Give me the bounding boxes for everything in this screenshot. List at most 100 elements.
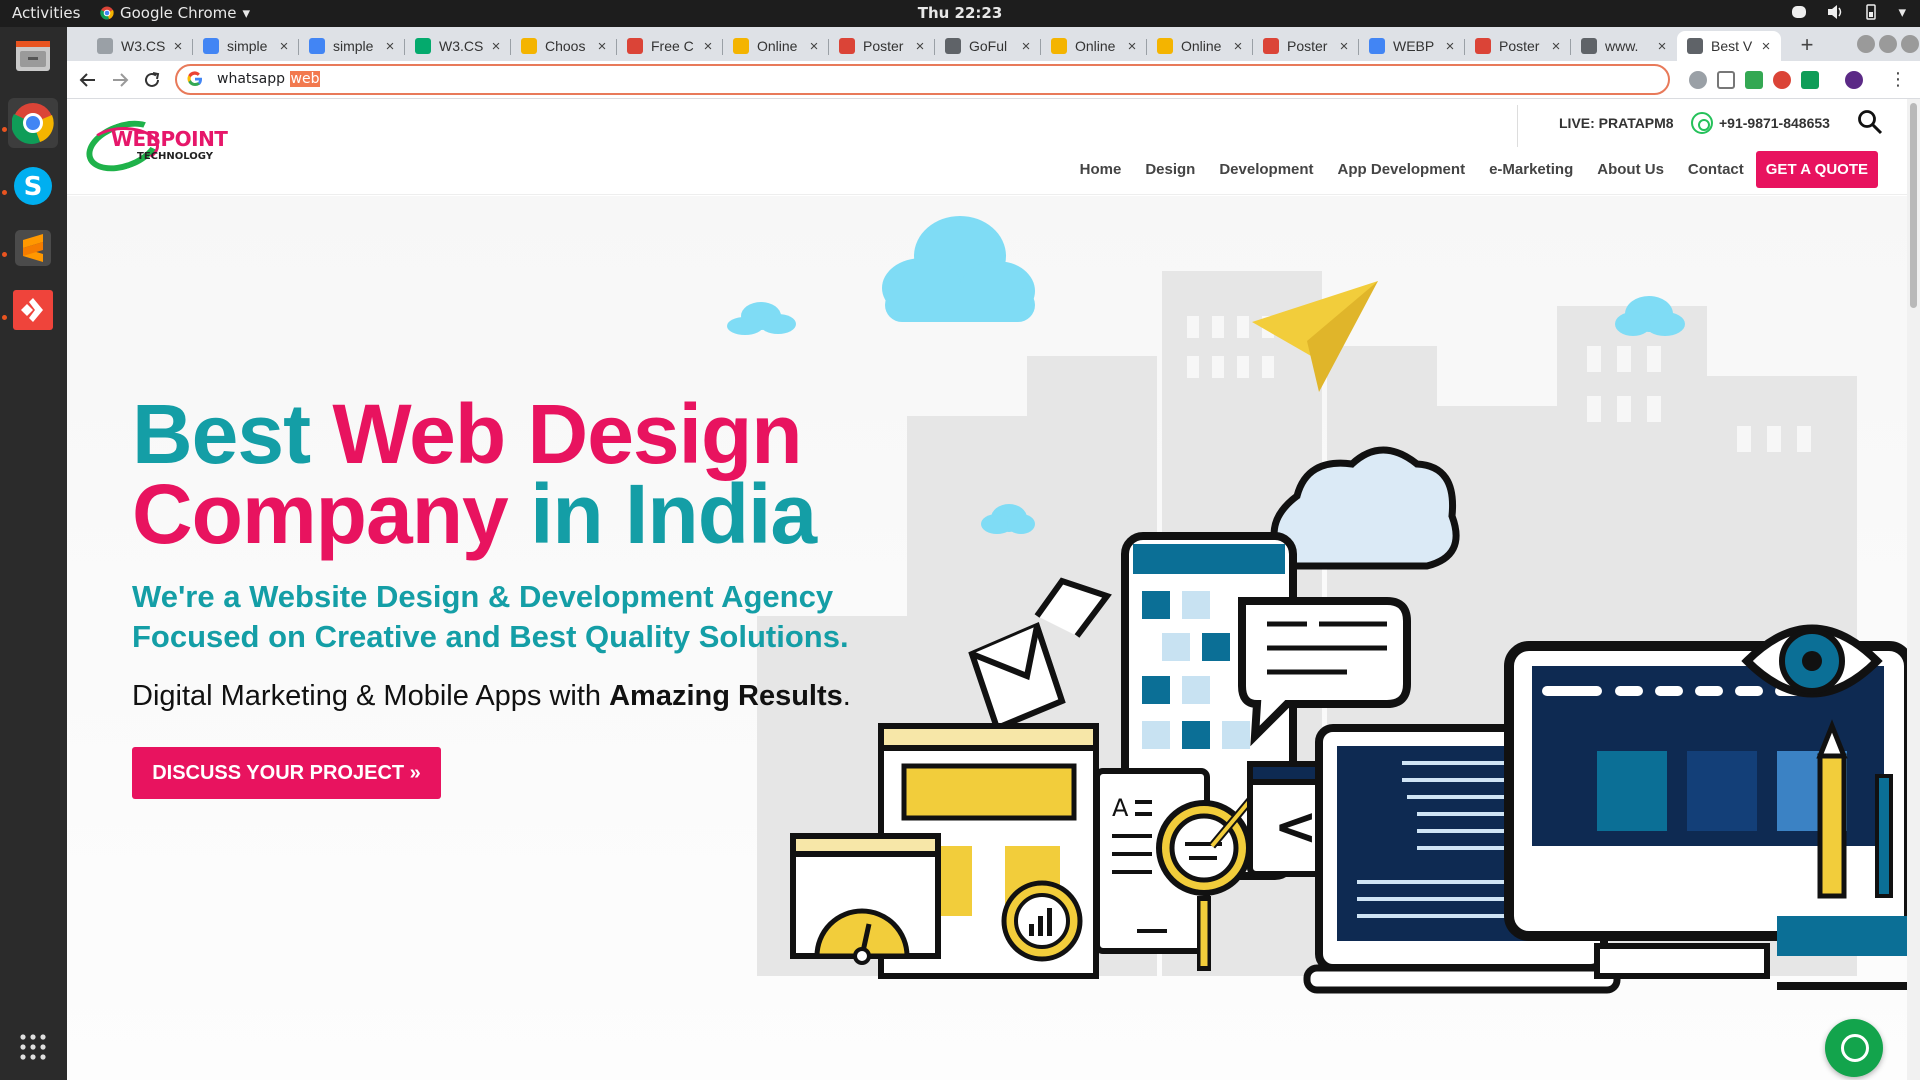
heading-words-in-india: in India (530, 467, 817, 561)
tab-active[interactable]: Best V × (1677, 31, 1781, 61)
page-scrollbar[interactable] (1907, 99, 1920, 1080)
close-icon[interactable]: × (1231, 38, 1245, 55)
browser-tab[interactable]: Poster × (1253, 31, 1359, 61)
live-chat-label[interactable]: LIVE: PRATAPM8 (1559, 115, 1674, 131)
browser-tab[interactable]: Online × (723, 31, 829, 61)
close-icon[interactable]: × (1443, 38, 1457, 55)
main-nav: Home Design Development App Development … (1056, 151, 1878, 188)
tab-favicon-icon (309, 38, 325, 54)
battery-icon[interactable] (1862, 3, 1880, 21)
maximize-button[interactable] (1879, 35, 1897, 53)
browser-tab[interactable]: W3.CS × (87, 31, 193, 61)
nav-development[interactable]: Development (1219, 161, 1313, 178)
browser-tab[interactable]: Online × (1147, 31, 1253, 61)
close-icon[interactable]: × (1655, 38, 1669, 55)
nav-contact[interactable]: Contact (1688, 161, 1744, 178)
ruler-graphic (1777, 916, 1907, 956)
address-input[interactable]: whatsapp web (217, 71, 321, 87)
tab-favicon-icon (1369, 38, 1385, 54)
extension-icon[interactable] (1773, 71, 1791, 89)
minimize-button[interactable] (1857, 35, 1875, 53)
browser-tab[interactable]: www. × (1571, 31, 1677, 61)
tab-label: Poster (863, 38, 904, 54)
browser-toolbar: whatsapp web ⋮ (67, 61, 1920, 99)
close-icon[interactable]: × (1759, 38, 1773, 55)
nav-design[interactable]: Design (1145, 161, 1195, 178)
nav-about-us[interactable]: About Us (1597, 161, 1664, 178)
forward-button[interactable] (107, 67, 133, 93)
dock-skype[interactable]: S (8, 161, 58, 211)
close-icon[interactable]: × (595, 38, 609, 55)
browser-tab[interactable]: Free C × (617, 31, 723, 61)
close-icon[interactable]: × (701, 38, 715, 55)
app-menu[interactable]: Google Chrome ▾ (100, 4, 250, 22)
phone-number[interactable]: +91-9871-848653 (1719, 115, 1830, 131)
camera-icon[interactable] (1717, 71, 1735, 89)
tab-label: WEBP (1393, 38, 1435, 54)
arrow-right-icon (113, 73, 129, 87)
browser-tab[interactable]: simple × (193, 31, 299, 61)
arrow-left-icon (79, 73, 95, 87)
address-bar[interactable]: whatsapp web (175, 64, 1670, 95)
browser-tab[interactable]: Online × (1041, 31, 1147, 61)
tab-favicon-icon (1475, 38, 1491, 54)
site-header: WEBPOINT TECHNOLOGY LIVE: PRATAPM8 +91-9… (67, 99, 1907, 195)
clock[interactable]: Thu 22:23 (918, 4, 1003, 22)
dock-sublime[interactable] (8, 223, 58, 273)
browser-tab[interactable]: GoFul × (935, 31, 1041, 61)
activities-button[interactable]: Activities (12, 4, 80, 22)
show-applications[interactable] (8, 1022, 58, 1072)
close-icon[interactable]: × (489, 38, 503, 55)
chevron-down-icon[interactable]: ▾ (1898, 3, 1906, 21)
dock-anydesk[interactable] (8, 285, 58, 335)
browser-tab[interactable]: Choos × (511, 31, 617, 61)
discuss-your-project-button[interactable]: DISCUSS YOUR PROJECT » (132, 747, 441, 799)
back-button[interactable] (75, 67, 101, 93)
volume-icon[interactable] (1826, 3, 1844, 21)
svg-text:A: A (1112, 794, 1129, 822)
tab-label: GoFul (969, 38, 1008, 54)
page-viewport: WEBPOINT TECHNOLOGY LIVE: PRATAPM8 +91-9… (67, 99, 1907, 1080)
browser-tab[interactable]: W3.CS × (405, 31, 511, 61)
close-icon[interactable]: × (1019, 38, 1033, 55)
site-logo[interactable]: WEBPOINT TECHNOLOGY (79, 111, 228, 181)
extension-icon[interactable] (1745, 71, 1763, 89)
reload-button[interactable] (139, 67, 165, 93)
hero-subheading-1: We're a Website Design & Development Age… (132, 579, 834, 614)
status-circle-icon[interactable] (1790, 3, 1808, 21)
close-icon[interactable]: × (807, 38, 821, 55)
kebab-menu-icon[interactable]: ⋮ (1889, 69, 1907, 90)
close-icon[interactable]: × (1549, 38, 1563, 55)
extension-icon[interactable] (1801, 71, 1819, 89)
extension-icon[interactable] (1689, 71, 1707, 89)
close-icon[interactable]: × (383, 38, 397, 55)
profile-avatar[interactable] (1845, 71, 1863, 89)
browser-tab[interactable]: simple × (299, 31, 405, 61)
autocomplete-suggestion: web (289, 71, 321, 87)
close-icon[interactable]: × (277, 38, 291, 55)
scrollbar-thumb[interactable] (1910, 103, 1917, 308)
skype-icon: S (14, 167, 52, 205)
search-icon[interactable] (1857, 109, 1883, 135)
browser-tab[interactable]: WEBP × (1359, 31, 1465, 61)
whatsapp-icon[interactable] (1691, 112, 1713, 134)
close-icon[interactable]: × (1125, 38, 1139, 55)
tagline-text: Digital Marketing & Mobile Apps with (132, 680, 610, 712)
close-icon[interactable]: × (1337, 38, 1351, 55)
close-window-button[interactable] (1901, 35, 1919, 53)
close-icon[interactable]: × (913, 38, 927, 55)
dock-files[interactable] (8, 31, 58, 81)
tagline-period: . (842, 680, 851, 712)
dock-chrome[interactable] (8, 98, 58, 148)
tab-favicon-icon (1581, 38, 1597, 54)
nav-e-marketing[interactable]: e-Marketing (1489, 161, 1573, 178)
chat-widget-button[interactable] (1825, 1019, 1883, 1077)
svg-text:S: S (24, 172, 43, 202)
browser-tab[interactable]: Poster × (829, 31, 935, 61)
close-icon[interactable]: × (171, 38, 185, 55)
new-tab-button[interactable]: + (1793, 32, 1821, 58)
nav-app-development[interactable]: App Development (1338, 161, 1466, 178)
nav-home[interactable]: Home (1080, 161, 1122, 178)
browser-tab[interactable]: Poster × (1465, 31, 1571, 61)
get-a-quote-button[interactable]: GET A QUOTE (1755, 151, 1878, 188)
